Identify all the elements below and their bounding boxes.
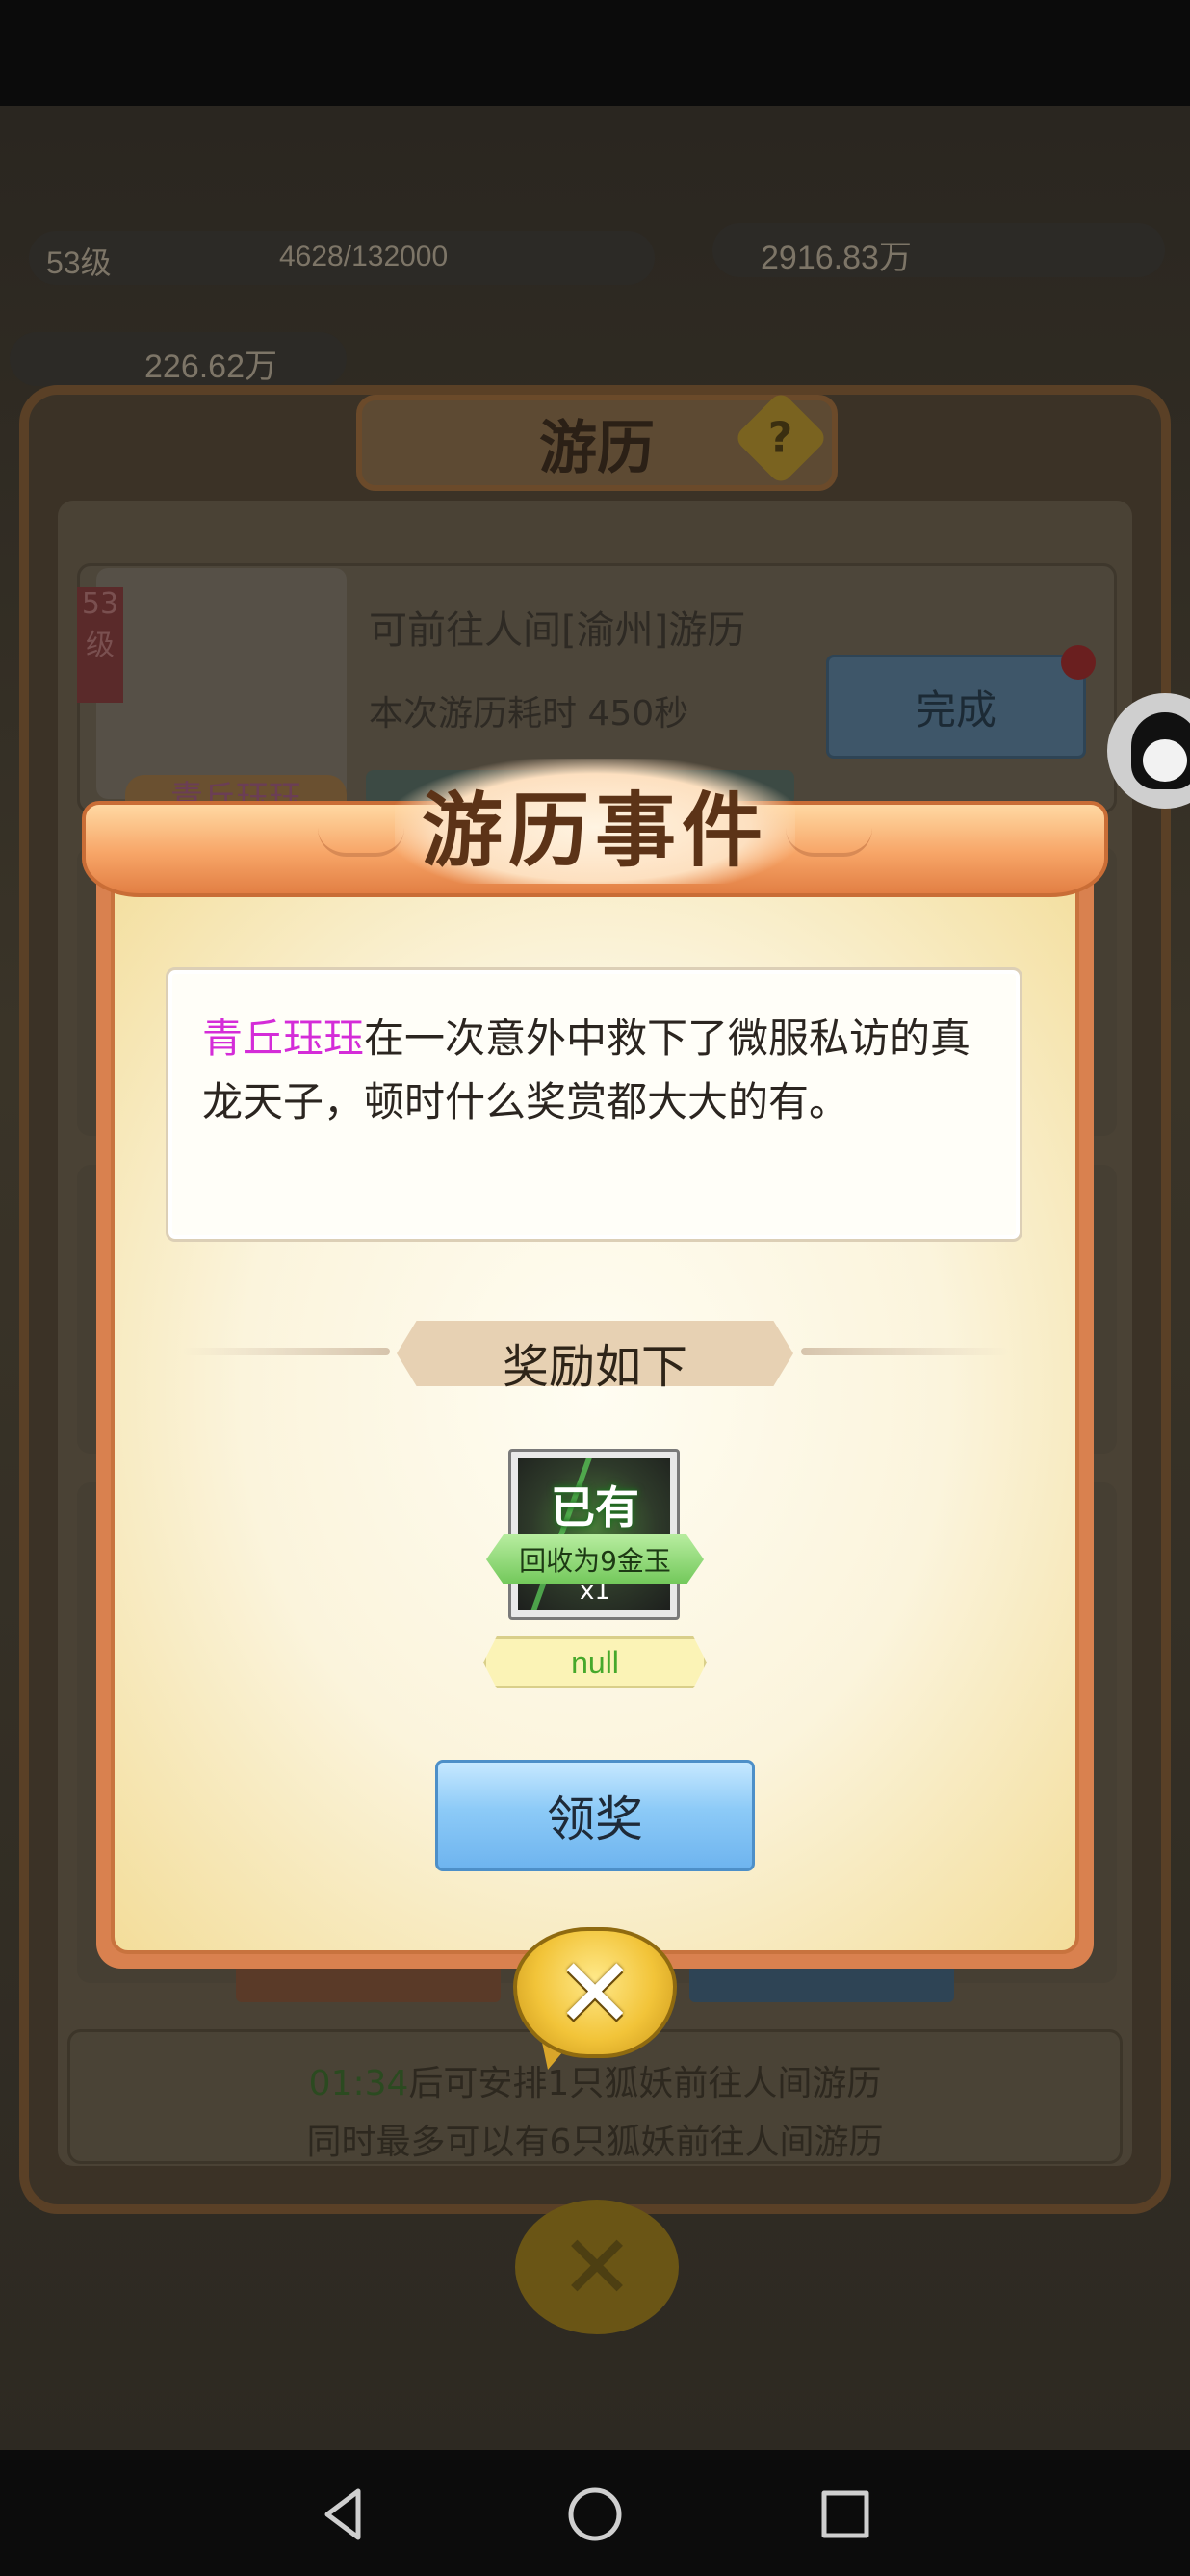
travel-timer: 01:34: [308, 2064, 409, 2103]
hud-level: 53级: [46, 245, 112, 280]
slot-button-left: [236, 1964, 501, 2002]
hud-currency: 2916.83万: [761, 240, 912, 276]
fox-avatar: [96, 568, 347, 799]
reward-recycle-label: 回收为9金玉: [519, 1545, 671, 1577]
travel-footer-line2: 同时最多可以有6只狐妖前往人间游历: [306, 2123, 884, 2162]
hud-power: 226.62万: [144, 348, 277, 385]
travel-duration-text: 本次游历耗时 450秒: [369, 694, 689, 734]
home-circle-icon[interactable]: [564, 2484, 626, 2545]
claim-reward-button[interactable]: 领奖: [435, 1760, 755, 1871]
close-icon[interactable]: ✕: [513, 1927, 677, 2070]
travel-footer-line1-text: 后可安排1只狐妖前往人间游历: [408, 2064, 882, 2103]
reward-name: null: [571, 1644, 619, 1680]
back-triangle-icon[interactable]: [314, 2484, 375, 2545]
recent-square-icon[interactable]: [815, 2484, 876, 2545]
background-close-icon: ✕: [515, 2200, 679, 2334]
travel-destination-text: 可前往人间[渝州]游历: [369, 608, 746, 653]
event-hero-name: 青丘珏珏: [202, 1015, 365, 1062]
dialog-title: 游历事件: [421, 783, 768, 878]
reward-owned-label: 已有: [551, 1481, 639, 1533]
hud-exp-bar: 53级 4628/132000: [29, 231, 655, 285]
hud-currency-bar: 2916.83万: [712, 223, 1165, 277]
reward-recycle-tag: 回收为9金玉: [486, 1534, 704, 1584]
complete-button[interactable]: 完成: [826, 655, 1086, 759]
claim-reward-label: 领奖: [547, 1791, 643, 1847]
hud-power-bar: 226.62万: [10, 332, 347, 386]
reward-header: 奖励如下: [502, 1340, 687, 1394]
notification-dot: [1061, 645, 1096, 680]
reward-name-tag: null: [483, 1636, 707, 1688]
event-description: 青丘珏珏在一次意外中救下了微服私访的真龙天子，顿时什么奖赏都大大的有。: [202, 1007, 1001, 1134]
hud-exp: 4628/132000: [279, 241, 449, 272]
travel-title: 游历: [539, 414, 655, 482]
fox-level-badge: 53级: [77, 587, 123, 703]
help-icon-glyph: ?: [768, 413, 793, 463]
slot-button-right: [689, 1964, 954, 2002]
